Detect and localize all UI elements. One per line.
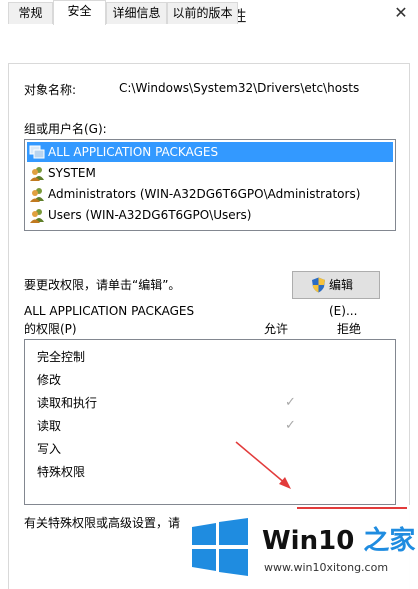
change-permissions-text: 要更改权限，请单击“编辑”。 (24, 278, 181, 292)
list-item-users[interactable]: Users (WIN-A32DG6T6GPO\Users) (27, 205, 393, 225)
groups-label: 组或用户名(G): (24, 122, 107, 136)
close-button[interactable]: ✕ (384, 0, 418, 28)
user-group-icon (30, 209, 44, 223)
tab-details[interactable]: 详细信息 (106, 2, 167, 24)
watermark-title-zhijia: 之家 (354, 526, 416, 556)
user-group-icon (30, 188, 44, 202)
groups-listbox[interactable]: ALL APPLICATION PACKAGES SYSTEM Administ… (24, 139, 396, 231)
watermark-title-win10: Win10 (262, 526, 355, 556)
watermark-url: www.win10xitong.com (264, 561, 389, 574)
tab-previous-versions[interactable]: 以前的版本 (167, 2, 238, 24)
object-name-label: 对象名称: (24, 83, 77, 97)
edit-button-label: 编辑(E)... (329, 278, 358, 318)
permissions-for-principal: ALL APPLICATION PACKAGES (24, 304, 195, 318)
permission-row: 写入 (37, 440, 393, 458)
uac-shield-icon (312, 277, 325, 293)
permission-name: 读取和执行 (37, 396, 98, 410)
allow-header: 允许 (264, 322, 289, 336)
permission-row: 读取 ✓ (37, 417, 393, 435)
permission-row: 完全控制 (37, 348, 393, 366)
watermark-accent-line (297, 507, 407, 509)
object-name-value: C:\Windows\System32\Drivers\etc\hosts (119, 81, 360, 95)
permission-name: 修改 (37, 373, 62, 387)
list-item-label: Users (WIN-A32DG6T6GPO\Users) (48, 208, 252, 222)
watermark-title: Win10 之家 (262, 520, 415, 557)
user-group-icon (30, 167, 44, 181)
list-item-system[interactable]: SYSTEM (27, 163, 393, 183)
list-item-administrators[interactable]: Administrators (WIN-A32DG6T6GPO\Administ… (27, 184, 393, 204)
list-item-label: Administrators (WIN-A32DG6T6GPO\Administ… (48, 187, 361, 201)
list-item-label: ALL APPLICATION PACKAGES (48, 145, 219, 159)
deny-header: 拒绝 (337, 322, 362, 336)
tab-security[interactable]: 安全 (53, 0, 106, 25)
permissions-list: 完全控制 修改 读取和执行 ✓ 读取 ✓ 写入 特殊权限 (24, 339, 396, 505)
permission-row: 读取和执行 ✓ (37, 394, 393, 412)
permission-row: 修改 (37, 371, 393, 389)
permissions-label: 的权限(P) (24, 322, 77, 336)
tab-general[interactable]: 常规 (8, 2, 53, 24)
permission-name: 写入 (37, 442, 62, 456)
advanced-settings-text: 有关特殊权限或高级设置，请 (24, 516, 181, 530)
windows-logo-icon (192, 518, 248, 576)
list-item-all-application-packages[interactable]: ALL APPLICATION PACKAGES (27, 142, 393, 162)
permission-name: 完全控制 (37, 350, 86, 364)
permission-name: 读取 (37, 419, 62, 433)
allow-check-icon: ✓ (285, 395, 296, 410)
edit-button[interactable]: 编辑(E)... (292, 271, 380, 318)
allow-check-icon: ✓ (285, 418, 296, 433)
list-item-label: SYSTEM (48, 166, 96, 180)
permission-row: 特殊权限 (37, 463, 393, 481)
watermark: Win10 之家 www.win10xitong.com (183, 505, 418, 589)
app-packages-icon (29, 145, 45, 159)
permission-name: 特殊权限 (37, 465, 86, 479)
